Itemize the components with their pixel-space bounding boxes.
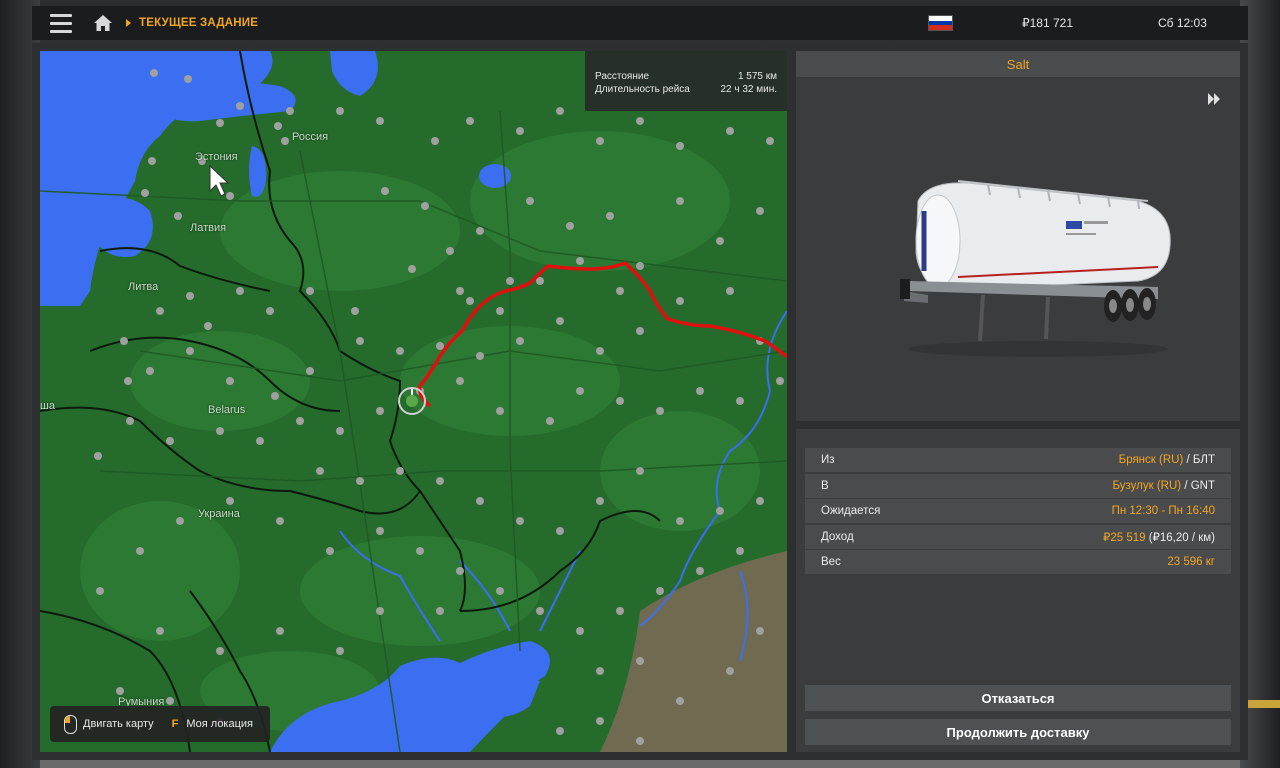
skip-forward-icon[interactable] [1206,91,1222,107]
cargo-name: Salt [796,51,1240,77]
expected-label: Ожидается [821,505,881,517]
detail-row-expected: Ожидается Пн 12:30 - Пн 16:40 [805,499,1231,523]
duration-row: Длительность рейса 22 ч 32 мин. [595,83,777,96]
from-company: / БЛТ [1186,454,1215,466]
detail-row-income: Доход ₽25 519 (₽16,20 / км) [805,525,1231,549]
map-label-lithuania: Литва [128,281,159,293]
distance-row: Расстояние 1 575 км [595,70,777,83]
breadcrumb: ТЕКУЩЕЕ ЗАДАНИЕ [139,17,259,29]
lake-ilmen [479,164,511,188]
to-city: Бузулук (RU) [1112,480,1182,492]
job-details-panel: Из Брянск (RU) / БЛТ В Бузулук (RU) / GN… [796,429,1240,752]
map-label-russia: Россия [292,131,329,143]
continue-delivery-button[interactable]: Продолжить доставку [805,719,1231,745]
job-window: Россия Эстония Латвия Литва Belarus Укра… [32,43,1248,760]
menu-icon[interactable] [50,6,78,40]
world-map[interactable]: Россия Эстония Латвия Литва Belarus Укра… [40,51,787,752]
map-label-edge: ша [40,400,55,412]
detail-row-to: В Бузулук (RU) / GNT [805,474,1231,498]
tanker-trailer-image [900,180,1171,357]
flag-stripe-red [929,25,952,31]
my-location-hint[interactable]: Моя локация [186,718,253,730]
expected-value: Пн 12:30 - Пн 16:40 [1111,505,1215,517]
home-icon[interactable] [90,6,116,40]
cargo-preview-panel: Salt [796,51,1240,421]
map-label-belarus: Belarus [208,404,246,416]
weight-value: 23 596 кг [1167,556,1215,568]
game-clock: Сб 12:03 [1158,16,1207,30]
mouse-cursor-icon [209,164,230,197]
breadcrumb-arrow-icon [126,19,131,27]
detail-row-weight: Вес 23 596 кг [805,550,1231,574]
from-city: Брянск (RU) [1118,454,1184,466]
income-label: Доход [821,531,854,543]
map-label-estonia: Эстония [195,151,238,163]
map-label-latvia: Латвия [190,222,227,234]
cancel-job-button[interactable]: Отказаться [805,685,1231,711]
to-company: / GNT [1184,480,1215,492]
key-f-hint: F [171,718,179,730]
income-value: ₽25 519 [1103,532,1146,544]
map-canvas[interactable] [40,51,787,752]
duration-label: Длительность рейса [595,84,690,95]
weight-label: Вес [821,556,841,568]
route-info-box: Расстояние 1 575 км Длительность рейса 2… [585,51,787,111]
steppe-area [600,551,787,752]
income-rate: (₽16,20 / км) [1148,532,1215,544]
gulf-of-finland [160,80,296,122]
detail-row-from: Из Брянск (RU) / БЛТ [805,448,1231,472]
distance-label: Расстояние [595,71,650,82]
distance-value: 1 575 км [737,71,777,82]
duration-value: 22 ч 32 мин. [720,84,777,95]
russia-flag-icon [928,15,953,31]
money-balance: ₽181 721 [1022,16,1074,30]
mouse-icon [64,714,77,734]
top-bar: ТЕКУЩЕЕ ЗАДАНИЕ ₽181 721 Сб 12:03 [32,6,1248,40]
map-label-ukraine: Украина [198,508,240,520]
move-map-hint[interactable]: Двигать карту [83,718,154,730]
to-label: В [821,480,829,492]
from-label: Из [821,454,835,466]
lake-ladoga [330,51,378,96]
map-controls-hint: Двигать карту F Моя локация [50,706,270,742]
